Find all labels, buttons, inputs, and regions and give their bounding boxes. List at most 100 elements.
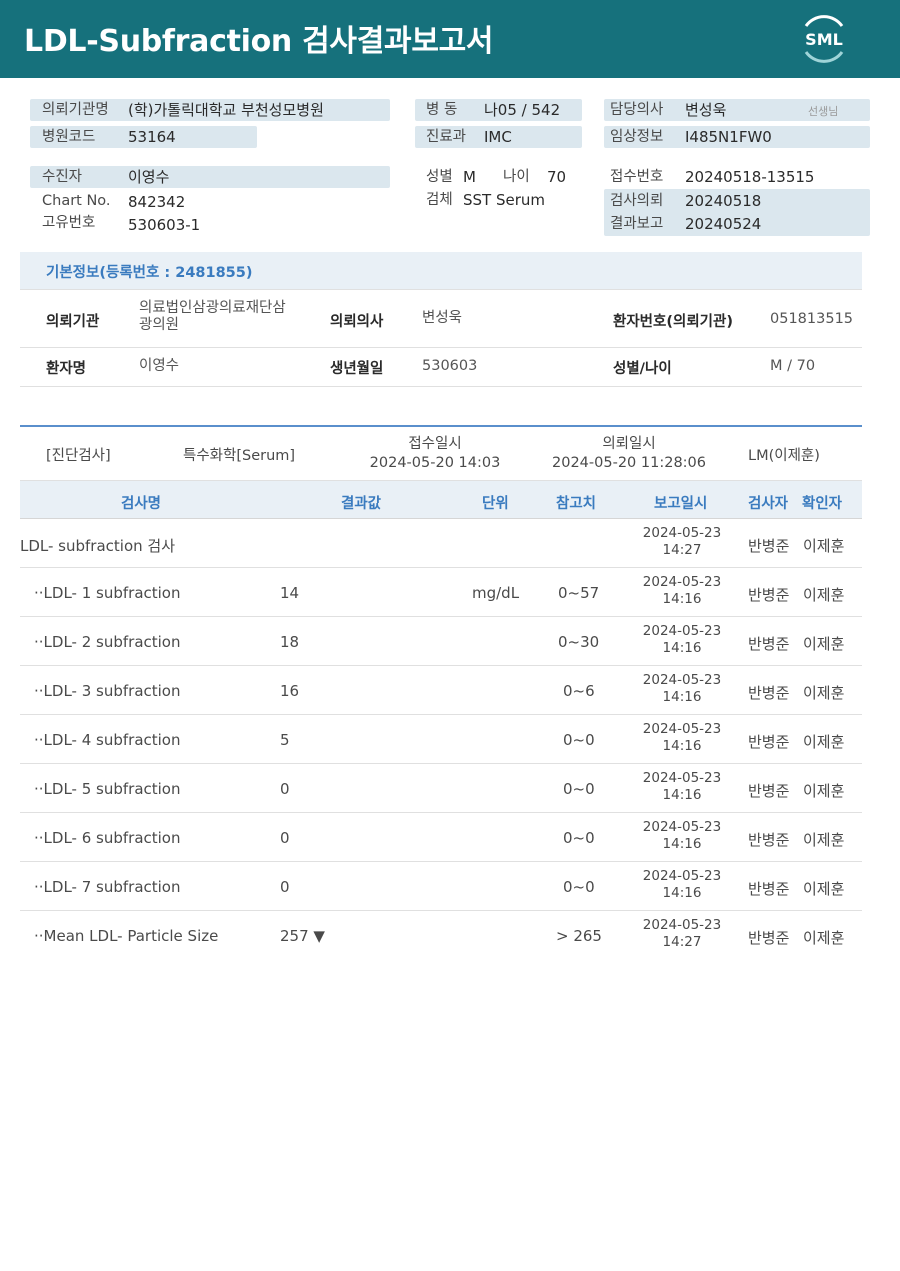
cell-result: 0 <box>280 829 290 847</box>
age-value: 70 <box>547 168 567 186</box>
cell-result: 0 <box>280 780 290 798</box>
table-row: ··LDL- 6 subfraction 0 0~0 2024-05-23 14:… <box>20 813 862 862</box>
dept-label: 진료과 <box>426 129 467 145</box>
basic-name-key: 환자명 <box>46 361 87 377</box>
cell-date-day: 2024-05-23 <box>642 672 722 688</box>
diag-received: 접수일시 2024-05-20 14:03 <box>368 435 502 473</box>
cell-tester: 반병준 <box>748 684 790 702</box>
age-label: 나이 <box>503 169 530 185</box>
results-table-header: 검사명 결과값 단위 참고치 보고일시 검사자 확인자 <box>20 480 862 519</box>
divider <box>20 347 862 348</box>
cell-result: 16 <box>280 682 300 700</box>
institution-value: (학)가톨릭대학교 부천성모병원 <box>128 101 324 119</box>
diag-requested-label: 의뢰일시 <box>602 436 656 452</box>
receipt-value: 20240518-13515 <box>685 168 815 186</box>
unique-value: 530603-1 <box>128 216 201 234</box>
cell-result: 0 <box>280 878 290 896</box>
cell-tester: 반병준 <box>748 537 790 555</box>
patient-label: 수진자 <box>42 169 83 185</box>
cell-tester: 반병준 <box>748 929 790 947</box>
cell-ref: 0~6 <box>563 682 595 700</box>
cell-tester: 반병준 <box>748 880 790 898</box>
table-row: ··LDL- 7 subfraction 0 0~0 2024-05-23 14:… <box>20 862 862 911</box>
col-name: 검사명 <box>121 496 162 512</box>
table-row: ··LDL- 4 subfraction 5 0~0 2024-05-23 14:… <box>20 715 862 764</box>
cell-name: ··LDL- 1 subfraction <box>34 584 181 602</box>
cell-ref: 0~0 <box>563 731 595 749</box>
report-value: 20240524 <box>685 215 762 233</box>
diag-lm: LM(이제훈) <box>748 448 820 464</box>
divider <box>20 289 862 290</box>
cell-date: 2024-05-23 14:16 <box>632 721 732 755</box>
cell-date-time: 14:16 <box>662 640 702 656</box>
basic-pno-value: 051813515 <box>770 311 854 327</box>
chart-label: Chart No. <box>42 193 111 209</box>
cell-tester: 반병준 <box>748 782 790 800</box>
diag-requested: 의뢰일시 2024-05-20 11:28:06 <box>548 435 710 473</box>
clinical-label: 임상정보 <box>610 129 664 145</box>
basic-inst-key: 의뢰기관 <box>46 314 100 330</box>
ward-label: 병 동 <box>426 102 458 118</box>
cell-name: ··Mean LDL- Particle Size <box>34 927 219 945</box>
col-ref: 참고치 <box>556 496 597 512</box>
diag-category: [진단검사] <box>46 448 111 464</box>
sml-logo: SML <box>804 15 844 63</box>
cell-confirmer: 이제훈 <box>803 929 845 947</box>
table-row: ··LDL- 1 subfraction 14 mg/dL 0~57 2024-… <box>20 568 862 617</box>
cell-ref: 0~30 <box>558 633 600 651</box>
cell-date: 2024-05-23 14:16 <box>632 819 732 853</box>
basic-sexage-key: 성별/나이 <box>613 361 672 377</box>
doctor-value: 변성욱 <box>685 101 727 119</box>
cell-confirmer: 이제훈 <box>803 537 845 555</box>
cell-date: 2024-05-23 14:16 <box>632 623 732 657</box>
cell-date-day: 2024-05-23 <box>642 721 722 737</box>
cell-date-day: 2024-05-23 <box>642 574 722 590</box>
cell-name: ··LDL- 3 subfraction <box>34 682 181 700</box>
col-result: 결과값 <box>341 496 382 512</box>
clinical-value: I485N1FW0 <box>685 128 772 146</box>
cell-confirmer: 이제훈 <box>803 684 845 702</box>
basic-info-heading: 기본정보(등록번호 : 2481855) <box>20 252 862 289</box>
patient-value: 이영수 <box>128 168 170 186</box>
cell-ref: 0~0 <box>563 878 595 896</box>
cell-date-time: 14:16 <box>662 836 702 852</box>
cell-ref: 0~57 <box>558 584 600 602</box>
table-row: ··LDL- 2 subfraction 18 0~30 2024-05-23 1… <box>20 617 862 666</box>
cell-date: 2024-05-23 14:16 <box>632 672 732 706</box>
doctor-suffix: 선생님 <box>808 105 839 118</box>
cell-unit: mg/dL <box>472 584 520 602</box>
cell-result: 14 <box>280 584 300 602</box>
cell-date-time: 14:16 <box>662 885 702 901</box>
cell-result: 18 <box>280 633 300 651</box>
cell-confirmer: 이제훈 <box>803 831 845 849</box>
col-unit: 단위 <box>482 496 509 512</box>
report-title: LDL-Subfraction 검사결과보고서 <box>24 24 494 59</box>
dept-value: IMC <box>484 128 512 146</box>
cell-date: 2024-05-23 14:16 <box>632 868 732 902</box>
diag-type: 특수화학[Serum] <box>183 448 296 464</box>
cell-name: ··LDL- 4 subfraction <box>34 731 181 749</box>
cell-tester: 반병준 <box>748 733 790 751</box>
sex-value: M <box>463 168 476 186</box>
section-divider <box>20 425 862 427</box>
cell-ref: 0~0 <box>563 780 595 798</box>
divider <box>20 386 862 387</box>
ward-value: 나05 / 542 <box>484 101 561 119</box>
basic-birth-key: 생년월일 <box>330 361 384 377</box>
cell-confirmer: 이제훈 <box>803 880 845 898</box>
cell-date-time: 14:27 <box>662 934 702 950</box>
request-value: 20240518 <box>685 192 762 210</box>
cell-date-time: 14:16 <box>662 738 702 754</box>
cell-result: 257 ▼ <box>280 927 325 945</box>
cell-date: 2024-05-23 14:27 <box>632 525 732 559</box>
svg-text:SML: SML <box>805 30 843 49</box>
basic-pno-key: 환자번호(의뢰기관) <box>613 314 733 330</box>
cell-tester: 반병준 <box>748 831 790 849</box>
specimen-value: SST Serum <box>463 191 546 209</box>
cell-name: ··LDL- 5 subfraction <box>34 780 181 798</box>
basic-birth-value: 530603 <box>422 358 478 374</box>
table-row: ··LDL- 5 subfraction 0 0~0 2024-05-23 14:… <box>20 764 862 813</box>
cell-name: LDL- subfraction 검사 <box>20 537 176 555</box>
cell-confirmer: 이제훈 <box>803 733 845 751</box>
cell-tester: 반병준 <box>748 635 790 653</box>
